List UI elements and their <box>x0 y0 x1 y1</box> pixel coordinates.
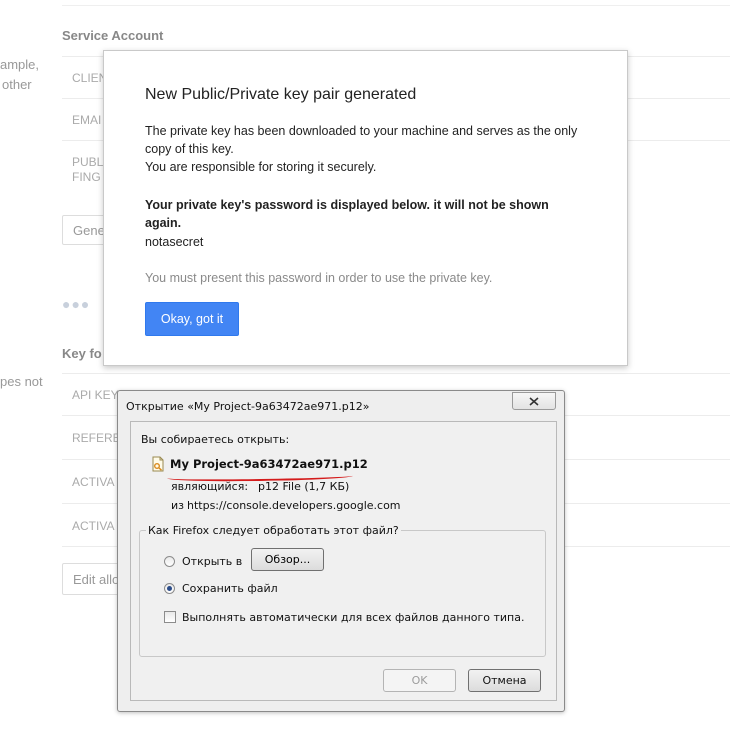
dialog-message: The private key has been downloaded to y… <box>145 122 585 176</box>
window-title: Открытие «My Project-9a63472ae971.p12» <box>126 400 370 413</box>
row-label: EMAI <box>72 113 102 127</box>
row-label: REFERE <box>72 431 121 445</box>
row-label: ACTIVA <box>72 475 115 489</box>
cancel-button[interactable]: Отмена <box>468 669 541 692</box>
download-info-text: The private key has been downloaded to y… <box>145 124 578 156</box>
file-name: My Project-9a63472ae971.p12 <box>170 457 368 471</box>
okay-got-it-button[interactable]: Okay, got it <box>145 302 239 336</box>
more-icon[interactable]: ●●● <box>62 296 90 312</box>
open-with-radio[interactable] <box>164 556 175 567</box>
key-generated-dialog: New Public/Private key pair generated Th… <box>103 50 628 366</box>
side-text-fragment: ample, <box>0 57 40 72</box>
firefox-open-file-dialog: Открытие «My Project-9a63472ae971.p12» В… <box>117 390 565 712</box>
side-text-fragment: other <box>2 77 32 92</box>
row-label: ACTIVA <box>72 519 115 533</box>
side-text-fragment: pes not <box>0 374 43 389</box>
file-icon <box>152 456 164 472</box>
close-icon <box>529 396 539 406</box>
password-note: You must present this password in order … <box>145 271 493 285</box>
private-key-password: notasecret <box>145 235 204 249</box>
browse-button[interactable]: Обзор... <box>251 548 324 571</box>
open-with-label[interactable]: Открыть в <box>182 555 242 568</box>
open-prompt: Вы собираетесь открыть: <box>141 433 290 446</box>
responsibility-text: You are responsible for storing it secur… <box>145 160 377 174</box>
auto-action-label[interactable]: Выполнять автоматически для всех файлов … <box>182 611 524 624</box>
service-account-title: Service Account <box>62 28 164 43</box>
auto-action-checkbox[interactable] <box>164 611 176 623</box>
dialog-title: New Public/Private key pair generated <box>145 86 417 103</box>
ok-button[interactable]: OK <box>383 669 456 692</box>
divider <box>62 5 730 6</box>
close-button[interactable] <box>512 392 556 410</box>
row-label: API KEY <box>72 388 119 402</box>
group-label: Как Firefox следует обработать этот файл… <box>146 524 401 537</box>
keys-section-title: Key fo <box>62 346 102 361</box>
source-url: https://console.developers.google.com <box>187 499 401 512</box>
source-label: из <box>171 499 184 512</box>
file-type-label: являющийся: <box>171 480 249 493</box>
save-file-label[interactable]: Сохранить файл <box>182 582 278 595</box>
save-file-radio[interactable] <box>164 583 175 594</box>
file-type-value: p12 File (1,7 КБ) <box>258 480 350 493</box>
dialog-content: Вы собираетесь открыть: My Project-9a634… <box>130 421 557 701</box>
password-warning: Your private key's password is displayed… <box>145 198 549 230</box>
